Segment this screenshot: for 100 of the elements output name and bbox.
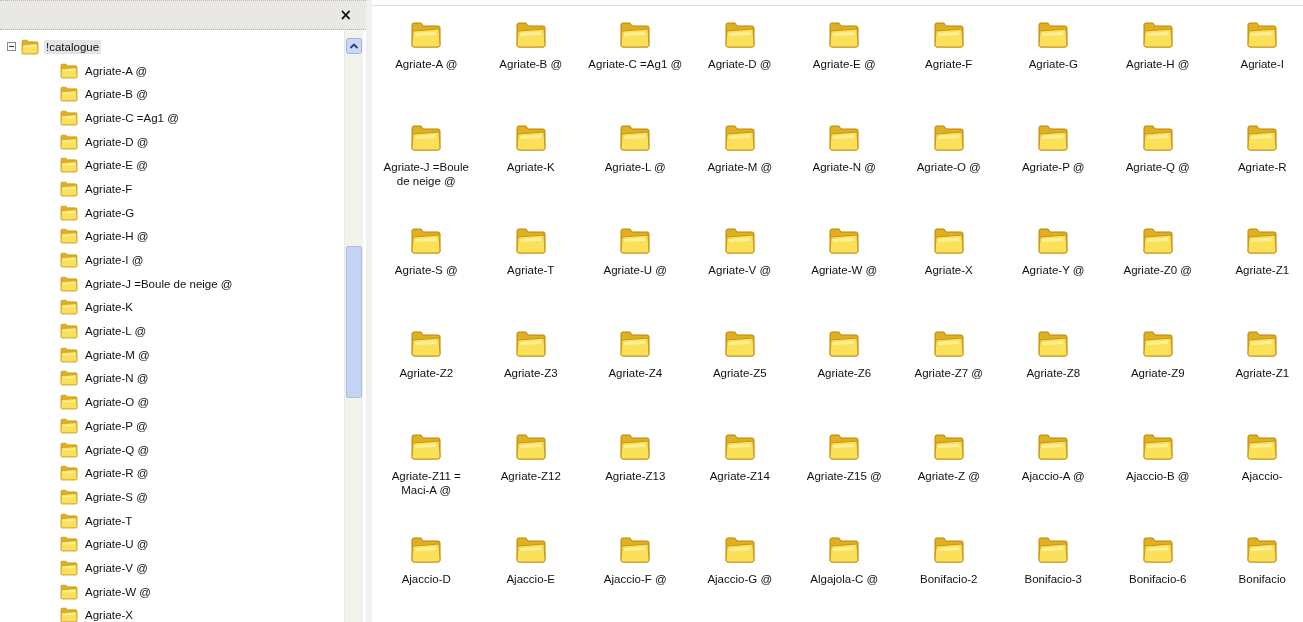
folder-name[interactable]: Agriate-E @ [812,57,876,71]
folder-name[interactable]: Agriate-G [1028,57,1078,71]
folder-name[interactable]: Agriate-F [925,57,973,71]
folder-icon [1246,329,1279,359]
folder-name[interactable]: Agriate-O @ [916,160,981,174]
folder-name[interactable]: Agriate-Z5 [712,366,767,380]
tree-item[interactable]: Agriate-L @ [83,324,149,339]
tree-item[interactable]: Agriate-I @ [83,253,146,268]
collapse-icon[interactable] [7,42,16,52]
tree-item[interactable]: Agriate-O @ [83,395,152,410]
folder-icon [59,252,79,269]
tree-item[interactable]: Agriate-R @ [83,466,151,481]
folder-name[interactable]: Agriate-S @ [394,263,458,277]
tree-item[interactable]: Agriate-K [83,300,135,315]
folder-name[interactable]: Agriate-Q @ [1125,160,1190,174]
folder-icon [828,20,861,50]
tree-item[interactable]: Agriate-W @ [83,584,153,599]
tree-item[interactable]: Agriate-V @ [83,560,150,575]
folder-name[interactable]: Agriate-Z @ [917,469,980,483]
tree-item[interactable]: Agriate-E @ [83,158,150,173]
scroll-up-button[interactable] [346,38,362,54]
folder-name[interactable]: Bonifacio-3 [1024,572,1082,586]
folder-name[interactable]: Agriate-U @ [603,263,667,277]
tree-item[interactable]: Agriate-X [83,608,135,622]
folder-icon [59,180,79,197]
folder-name[interactable]: Bonifacio [1238,572,1286,586]
folder-name[interactable]: Agriate-Z1 [1235,366,1290,380]
folder-name[interactable]: Algajola-C @ [810,572,879,586]
folder-name[interactable]: Ajaccio-F @ [603,572,667,586]
folder-name[interactable]: Agriate-Z14 [709,469,770,483]
folder-icon [1141,535,1174,565]
folder-name[interactable]: Ajaccio-A @ [1021,469,1085,483]
folder-name[interactable]: Agriate-Z13 [605,469,666,483]
scrollbar-thumb[interactable] [346,246,362,398]
tree-item[interactable]: Agriate-B @ [83,87,150,102]
tree-item[interactable]: Agriate-H @ [83,229,151,244]
folder-name[interactable]: Agriate-D @ [708,57,772,71]
folder-name[interactable]: Agriate-V @ [708,263,772,277]
folder-icon [932,432,965,462]
folder-icon [59,370,79,387]
folder-icon [828,123,861,153]
folder-name[interactable]: Agriate-Z8 [1026,366,1081,380]
folder-name[interactable]: Agriate-P @ [1021,160,1085,174]
folder-name[interactable]: Bonifacio-6 [1128,572,1187,586]
folder-icon [514,535,547,565]
tree-item[interactable]: Agriate-J =Boule de neige @ [83,276,235,291]
folder-icon [1141,226,1174,256]
folder-name[interactable]: Bonifacio-2 [919,572,978,586]
folder-name[interactable]: Agriate-J =Boule de neige @ [377,160,476,188]
folder-icon [619,20,652,50]
folder-name[interactable]: Agriate-X [924,263,973,277]
tree-item[interactable]: Agriate-C =Ag1 @ [83,110,181,125]
folder-icon [619,329,652,359]
folder-name[interactable]: Agriate-Z15 @ [806,469,882,483]
folder-name[interactable]: Agriate-Z11 = Maci-A @ [377,469,476,497]
folder-name[interactable]: Agriate-Y @ [1021,263,1085,277]
tree-item[interactable]: Agriate-G [83,205,137,220]
folder-icon [59,559,79,576]
tree-item[interactable]: Agriate-P @ [83,418,150,433]
folder-name[interactable]: Agriate-Z12 [500,469,561,483]
folder-name[interactable]: Agriate-Z3 [503,366,558,380]
folder-name[interactable]: Agriate-H @ [1126,57,1190,71]
folder-name[interactable]: Agriate-I [1240,57,1284,71]
folder-name[interactable]: Agriate-M @ [707,160,773,174]
folder-icon [59,109,79,126]
tree-item[interactable]: Agriate-A @ [83,63,150,78]
tree-item[interactable]: Agriate-M @ [83,347,152,362]
folder-name[interactable]: Agriate-T [507,263,555,277]
folder-name[interactable]: Ajaccio- [1241,469,1283,483]
folder-name[interactable]: Agriate-Z9 [1130,366,1185,380]
folder-name[interactable]: Agriate-C =Ag1 @ [588,57,683,71]
folder-name[interactable]: Agriate-K [506,160,555,174]
folder-name[interactable]: Agriate-Z7 @ [914,366,984,380]
close-button[interactable]: × [337,6,354,24]
folder-name[interactable]: Agriate-Z1 [1235,263,1290,277]
folder-icon [59,488,79,505]
folder-icon [59,536,79,553]
folder-name[interactable]: Agriate-W @ [811,263,878,277]
tree-item[interactable]: Agriate-T [83,513,135,528]
tree-item[interactable]: Agriate-N @ [83,371,151,386]
folder-name[interactable]: Agriate-Z0 @ [1123,263,1193,277]
folder-name[interactable]: Ajaccio-G @ [707,572,773,586]
tree-item[interactable]: Agriate-U @ [83,537,151,552]
tree-item[interactable]: Agriate-F [83,181,135,196]
folder-name[interactable]: Agriate-R [1237,160,1287,174]
tree-item[interactable]: Agriate-S @ [83,489,150,504]
folder-name[interactable]: Agriate-Z4 [608,366,663,380]
folder-name[interactable]: Agriate-Z2 [399,366,454,380]
tree-item[interactable]: Agriate-D @ [83,134,151,149]
folder-name[interactable]: Agriate-A @ [395,57,458,71]
folder-name[interactable]: Agriate-N @ [812,160,876,174]
folder-name[interactable]: Agriate-L @ [604,160,666,174]
folder-name[interactable]: Ajaccio-E [506,572,556,586]
tree-item[interactable]: !catalogue [44,39,102,54]
folder-icon [723,535,756,565]
folder-name[interactable]: Ajaccio-D [401,572,451,586]
folder-name[interactable]: Agriate-Z6 [817,366,872,380]
folder-name[interactable]: Agriate-B @ [499,57,563,71]
tree-item[interactable]: Agriate-Q @ [83,442,152,457]
folder-name[interactable]: Ajaccio-B @ [1126,469,1190,483]
